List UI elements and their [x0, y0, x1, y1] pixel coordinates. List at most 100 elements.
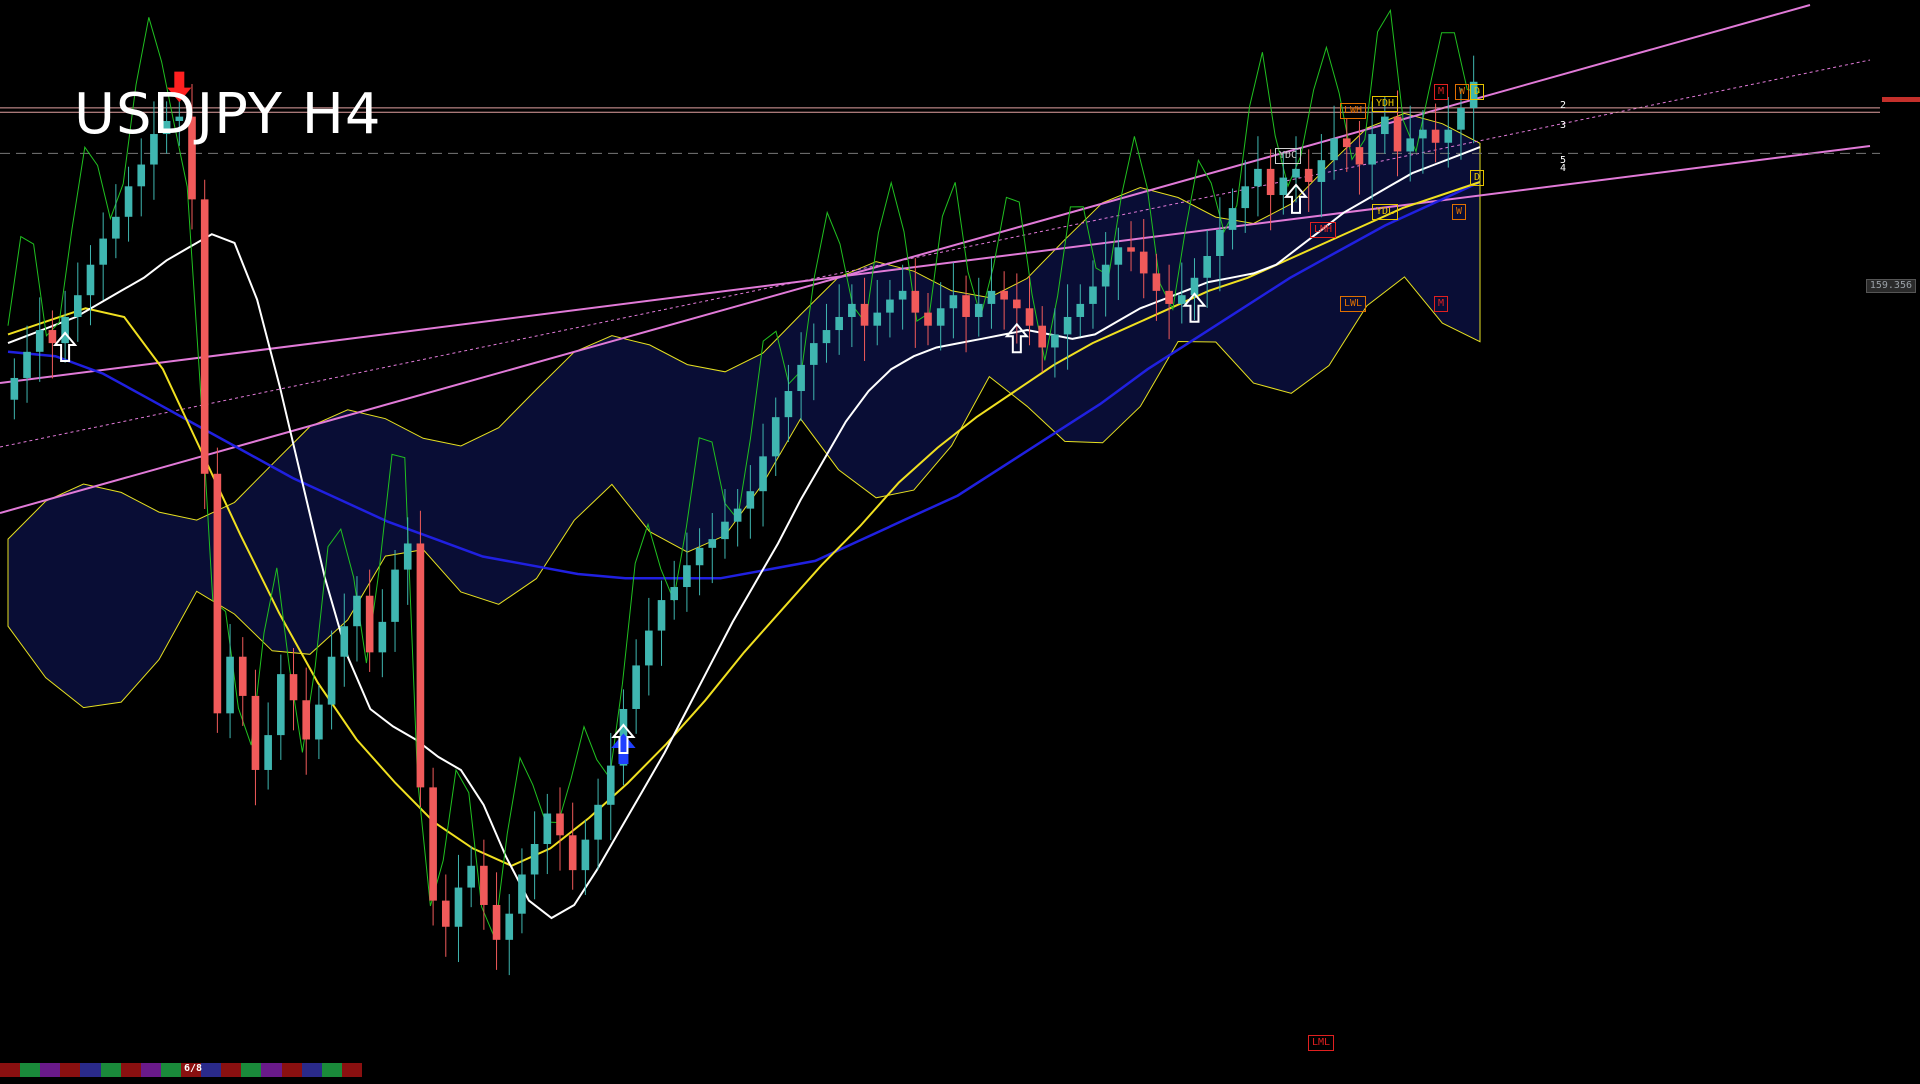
- candle-body: [99, 238, 107, 265]
- candle-body: [48, 330, 57, 344]
- strip-segment: [281, 1063, 302, 1077]
- candle-body: [886, 299, 894, 313]
- candle-body: [61, 316, 69, 344]
- candle-body: [1292, 168, 1300, 178]
- candle-body: [645, 630, 653, 666]
- strip-segment: [201, 1063, 222, 1077]
- candle-body: [1139, 251, 1148, 274]
- candle-body: [835, 316, 843, 331]
- candle-body: [327, 656, 336, 705]
- strip-segment: [160, 1063, 181, 1077]
- candle-body: [416, 543, 425, 788]
- candle-body: [949, 295, 958, 309]
- candle-body: [1266, 168, 1275, 196]
- candle-body: [873, 312, 882, 326]
- candle-body: [137, 164, 146, 187]
- candle-body: [1177, 295, 1186, 304]
- candle-body: [518, 874, 526, 914]
- candle-body: [73, 295, 82, 317]
- candle-body: [721, 521, 729, 540]
- candle-body: [1393, 116, 1402, 152]
- candle-body: [1444, 129, 1453, 143]
- candle-body: [1330, 138, 1338, 161]
- projection-label: 4: [1560, 163, 1566, 174]
- candle-body: [1051, 334, 1059, 348]
- candle-body: [1419, 129, 1427, 139]
- level-label: YDL: [1372, 204, 1399, 220]
- projection-label: 3: [1560, 120, 1566, 131]
- candle-body: [277, 674, 285, 736]
- candle-body: [1038, 325, 1047, 348]
- candle-body: [657, 600, 666, 631]
- strip-segment: [321, 1063, 342, 1077]
- candle-body: [467, 865, 475, 888]
- level-label: D: [1470, 170, 1485, 186]
- candle-body: [606, 765, 615, 805]
- candle-body: [1368, 134, 1376, 165]
- price-chart[interactable]: 2354: [0, 0, 1920, 1080]
- level-label: LMH: [1310, 222, 1337, 238]
- strip-segment: [80, 1063, 101, 1077]
- candle-body: [1013, 299, 1021, 309]
- level-label: M: [1434, 84, 1449, 100]
- strip-segment: [100, 1063, 121, 1077]
- candle-body: [1254, 168, 1262, 187]
- candle-body: [391, 569, 399, 622]
- level-label: W: [1452, 204, 1467, 220]
- candle-body: [784, 391, 793, 418]
- candle-body: [1165, 290, 1173, 304]
- strip-segment: [0, 1063, 21, 1077]
- candle-body: [1127, 247, 1135, 252]
- candle-body: [530, 844, 539, 875]
- candle-body: [848, 303, 856, 317]
- candle-body: [200, 199, 209, 474]
- candle-body: [911, 290, 920, 313]
- bottom-color-strip: [0, 1063, 362, 1077]
- candle-body: [1216, 229, 1224, 256]
- candle-body: [238, 656, 247, 696]
- candle-body: [594, 804, 602, 840]
- candle-body: [771, 417, 780, 457]
- candle-body: [441, 900, 450, 927]
- candle-body: [124, 186, 133, 217]
- level-label: M: [1434, 296, 1449, 312]
- candle-body: [1457, 107, 1465, 130]
- price-marker: [1882, 97, 1920, 102]
- candle-body: [1063, 316, 1072, 335]
- candle-body: [454, 887, 463, 927]
- ichimoku-cloud: [7, 112, 1481, 709]
- candle-body: [86, 264, 95, 296]
- candle-body: [213, 473, 222, 714]
- candle-body: [1317, 160, 1326, 182]
- candle-body: [365, 595, 374, 653]
- candle-body: [1076, 303, 1085, 317]
- candle-body: [1000, 290, 1008, 300]
- strip-segment: [221, 1063, 242, 1077]
- level-label: LWL: [1340, 296, 1367, 312]
- strip-segment: [261, 1063, 282, 1077]
- candle-body: [797, 364, 805, 392]
- candle-body: [1114, 247, 1123, 265]
- candle-body: [378, 621, 387, 653]
- candle-body: [302, 700, 311, 740]
- candle-body: [1431, 129, 1440, 143]
- candle-body: [505, 913, 514, 940]
- candle-body: [1355, 147, 1364, 165]
- candle-body: [353, 595, 361, 627]
- strip-segment: [120, 1063, 141, 1077]
- candle-body: [1089, 286, 1097, 304]
- candle-body: [556, 813, 564, 836]
- candle-body: [759, 456, 767, 492]
- strip-segment: [20, 1063, 41, 1077]
- candle-body: [936, 308, 945, 326]
- strip-segment: [341, 1063, 362, 1077]
- candle-body: [10, 377, 19, 400]
- candle-body: [746, 491, 755, 509]
- candle-body: [480, 865, 488, 905]
- candle-body: [1241, 186, 1250, 209]
- candle-body: [898, 290, 907, 300]
- candle-body: [1228, 208, 1237, 230]
- candle-body: [632, 665, 640, 709]
- chart-area[interactable]: 2354: [0, 0, 1920, 1080]
- candle-body: [226, 656, 234, 714]
